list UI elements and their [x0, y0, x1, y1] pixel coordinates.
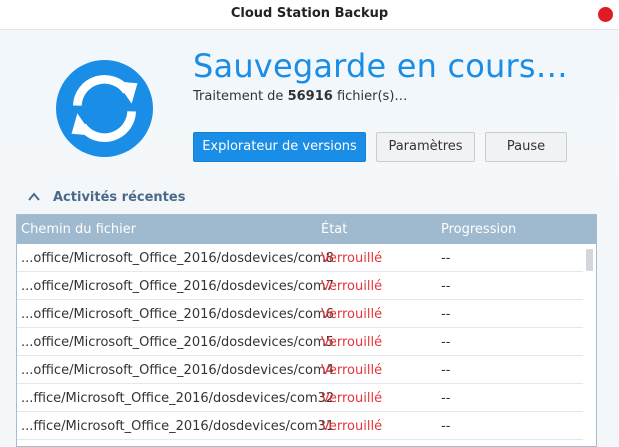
cloud-station-backup-window: Cloud Station Backup Sauvegarde en cours…: [0, 0, 619, 447]
pause-button[interactable]: Pause: [485, 132, 567, 162]
file-path: ...office/Microsoft_Office_2016/dosdevic…: [21, 279, 334, 294]
file-progress: --: [441, 335, 451, 350]
title-bar[interactable]: Cloud Station Backup: [0, 0, 619, 30]
scrollbar-thumb[interactable]: [586, 249, 593, 271]
close-button[interactable]: [598, 7, 613, 22]
file-progress: --: [441, 279, 451, 294]
chevron-up-icon: [28, 192, 40, 201]
file-state: Verrouillé: [321, 251, 383, 266]
file-path: ...office/Microsoft_Office_2016/dosdevic…: [21, 335, 334, 350]
table-row[interactable]: ...office/Microsoft_Office_2016/dosdevic…: [17, 328, 583, 356]
column-header-progress[interactable]: Progression: [441, 222, 516, 237]
file-count: 56916: [287, 89, 333, 104]
table-row[interactable]: ...office/Microsoft_Office_2016/dosdevic…: [17, 272, 583, 300]
sync-icon: [56, 60, 153, 157]
file-path: ...office/Microsoft_Office_2016/dosdevic…: [21, 307, 334, 322]
table-row[interactable]: ...ffice/Microsoft_Office_2016/dosdevice…: [17, 412, 583, 440]
file-progress: --: [441, 391, 451, 406]
status-suffix: fichier(s)…: [336, 89, 408, 104]
file-state: Verrouillé: [321, 363, 383, 378]
page-title: Sauvegarde en cours…: [193, 47, 568, 85]
recent-activities-toggle[interactable]: Activités récentes: [27, 187, 185, 207]
file-progress: --: [441, 251, 451, 266]
file-state: Verrouillé: [321, 391, 383, 406]
table-scrollbar[interactable]: [583, 244, 596, 446]
file-state: Verrouillé: [321, 335, 383, 350]
window-title: Cloud Station Backup: [230, 6, 389, 21]
table-header: Chemin du fichier État Progression: [17, 215, 596, 244]
table-row[interactable]: ...office/Microsoft_Office_2016/dosdevic…: [17, 356, 583, 384]
table-body: ...office/Microsoft_Office_2016/dosdevic…: [17, 244, 596, 446]
file-progress: --: [441, 307, 451, 322]
table-row[interactable]: ...ffice/Microsoft_Office_2016/dosdevice…: [17, 384, 583, 412]
file-path: ...ffice/Microsoft_Office_2016/dosdevice…: [21, 419, 335, 434]
processing-status: Traitement de 56916 fichier(s)…: [193, 89, 407, 104]
file-state: Verrouillé: [321, 279, 383, 294]
section-title: Activités récentes: [53, 189, 186, 205]
version-explorer-button[interactable]: Explorateur de versions: [193, 132, 366, 162]
file-path: ...ffice/Microsoft_Office_2016/dosdevice…: [21, 391, 335, 406]
column-header-path[interactable]: Chemin du fichier: [21, 222, 136, 237]
table-row[interactable]: ...office/Microsoft_Office_2016/dosdevic…: [17, 244, 583, 272]
file-progress: --: [441, 363, 451, 378]
file-path: ...office/Microsoft_Office_2016/dosdevic…: [21, 251, 334, 266]
file-path: ...office/Microsoft_Office_2016/dosdevic…: [21, 363, 334, 378]
column-header-state[interactable]: État: [321, 222, 347, 237]
file-progress: --: [441, 419, 451, 434]
file-state: Verrouillé: [321, 307, 383, 322]
recent-activities-table: Chemin du fichier État Progression ...of…: [16, 214, 597, 447]
settings-button[interactable]: Paramètres: [376, 132, 475, 162]
table-row[interactable]: ...office/Microsoft_Office_2016/dosdevic…: [17, 300, 583, 328]
file-state: Verrouillé: [321, 419, 383, 434]
status-prefix: Traitement de: [193, 89, 284, 104]
